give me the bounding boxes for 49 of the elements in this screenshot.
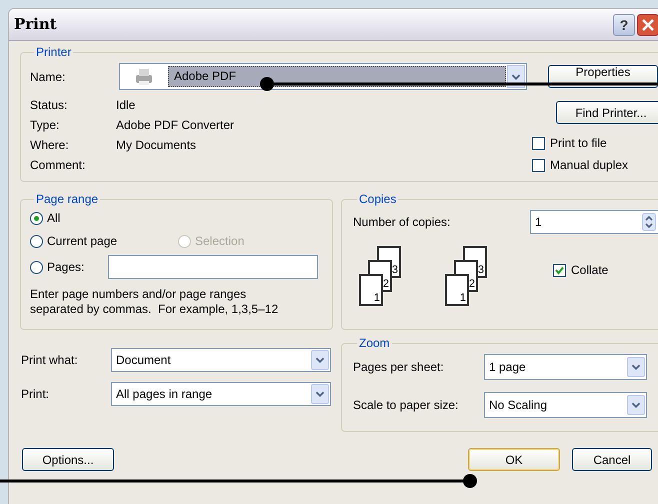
group-label: Printer	[35, 44, 72, 61]
page-sheet: 1	[445, 274, 469, 306]
window-title: Print	[14, 14, 57, 36]
dialog-button[interactable]: Options...	[22, 448, 114, 471]
radio-label: Selection	[195, 233, 244, 250]
group-label: Zoom	[358, 335, 391, 352]
field-label: Print what:	[21, 352, 79, 369]
printer-icon	[133, 66, 155, 86]
field-label: Print:	[21, 386, 50, 403]
radio-label: All	[47, 210, 60, 227]
field-label: Scale to paper size:	[353, 397, 460, 414]
group-label: Copies	[358, 191, 398, 208]
radio-label: Current page	[47, 233, 118, 250]
dialog-button[interactable]: OK	[468, 448, 560, 471]
radio-button[interactable]	[30, 234, 43, 248]
radio-button[interactable]	[30, 260, 43, 274]
close-icon[interactable]	[637, 14, 658, 36]
field-label: Name:	[30, 68, 66, 86]
field-value: Adobe PDF Converter	[116, 117, 234, 134]
hint-text: Enter page numbers and/or page ranges separated by commas. For example, 1,3,5–12	[30, 287, 280, 317]
group-label: Page range	[35, 191, 100, 208]
field-label: Number of copies:	[353, 214, 450, 231]
dropdown-field[interactable]: All pages in range	[111, 382, 331, 406]
field-label: Where:	[30, 137, 70, 154]
printer-combo[interactable]: Adobe PDF	[119, 63, 527, 90]
dialog-button[interactable]: Cancel	[572, 448, 652, 471]
checkbox-label: Collate	[571, 262, 608, 279]
help-button[interactable]: ?	[613, 14, 635, 36]
dialog-button[interactable]: Find Printer...	[556, 101, 658, 124]
radio-button[interactable]	[30, 212, 43, 224]
copies-spinner[interactable]: 1	[530, 210, 658, 234]
field-label: Status:	[30, 97, 68, 114]
field-label: Pages per sheet:	[353, 359, 445, 376]
dropdown-field[interactable]: No Scaling	[484, 392, 647, 418]
checkbox-label: Print to file	[550, 135, 607, 152]
field-value: Idle	[116, 97, 136, 114]
checkbox-label: Manual duplex	[550, 157, 628, 174]
page-sheet: 1	[359, 274, 383, 306]
field-label: Comment:	[30, 157, 86, 174]
spin-arrows-icon[interactable]	[642, 213, 656, 231]
checkbox[interactable]	[532, 158, 545, 172]
field-label: Type:	[30, 117, 60, 134]
checkbox[interactable]	[553, 264, 566, 276]
checkbox[interactable]	[532, 136, 545, 150]
field-value: My Documents	[116, 137, 196, 154]
radio-label: Pages:	[47, 259, 84, 276]
pages-input[interactable]	[108, 255, 318, 279]
dropdown-field[interactable]: Document	[111, 348, 331, 372]
dropdown-field[interactable]: 1 page	[484, 354, 647, 380]
